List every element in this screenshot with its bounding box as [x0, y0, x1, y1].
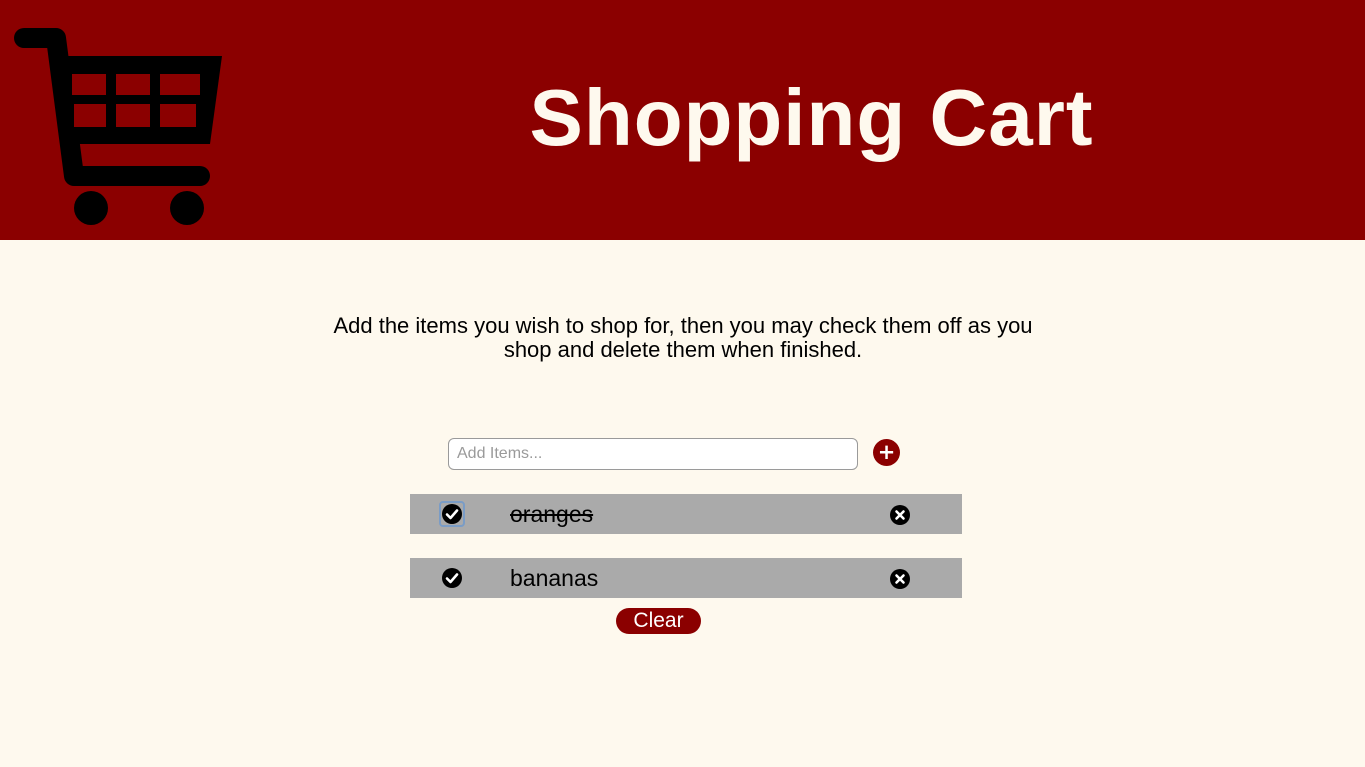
clear-button[interactable]: Clear	[616, 608, 701, 634]
check-circle-icon[interactable]	[441, 567, 463, 589]
item-label: oranges	[510, 501, 594, 527]
check-circle-icon[interactable]	[439, 501, 465, 527]
header: Shopping Cart	[0, 0, 1365, 240]
page-title: Shopping Cart	[529, 73, 1094, 162]
instructions-text: Add the items you wish to shop for, then…	[333, 313, 1033, 362]
list-item: oranges	[410, 494, 962, 534]
times-circle-icon[interactable]	[889, 504, 911, 526]
list-item: bananas	[410, 558, 962, 598]
add-item-input[interactable]	[448, 438, 858, 470]
times-circle-icon[interactable]	[889, 568, 911, 590]
item-label: bananas	[510, 565, 599, 591]
add-item-button[interactable]: +	[873, 439, 900, 466]
